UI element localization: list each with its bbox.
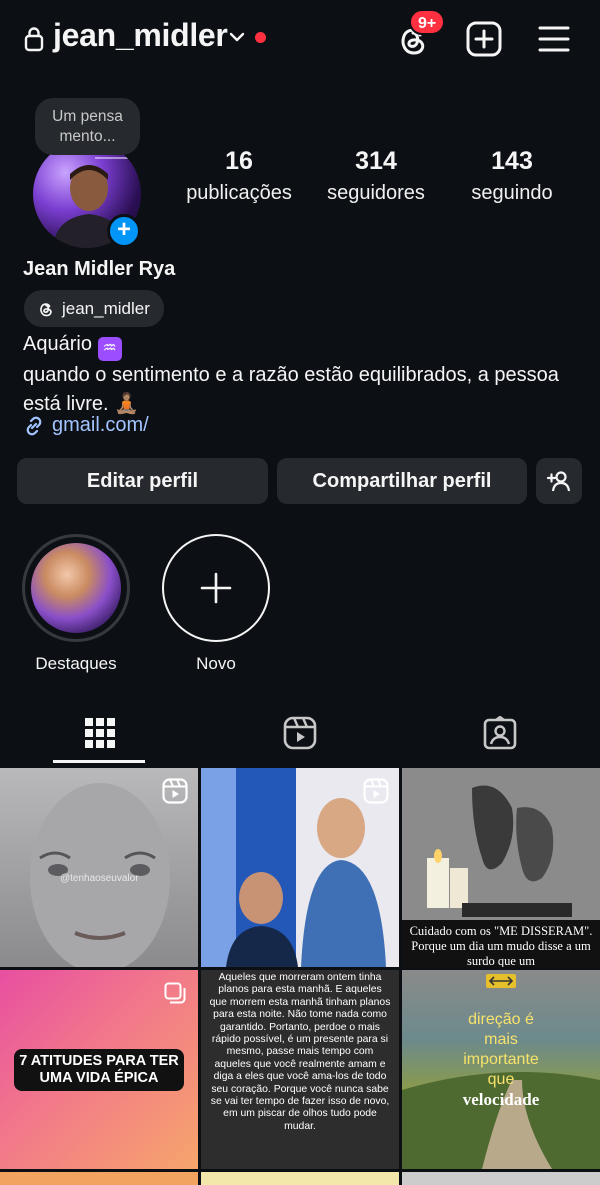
stat-followers-count: 314 <box>355 147 397 175</box>
post-thumbnail-5[interactable]: Aqueles que morreram ontem tinha planos … <box>201 970 399 1169</box>
edit-profile-button[interactable]: Editar perfil <box>17 458 268 504</box>
carousel-icon <box>164 982 186 1004</box>
top-bar: jean_midler 9+ <box>0 0 600 78</box>
highlight-destaques[interactable]: Destaques <box>21 534 131 674</box>
post-4-caption: 7 ATITUDES PARA TER UMA VIDA ÉPICA <box>14 1049 184 1091</box>
stat-followers[interactable]: 314 seguidores <box>318 146 434 210</box>
post-6-line2: mais <box>484 1031 518 1048</box>
stat-posts-label: publicações <box>186 182 292 204</box>
notification-badge: 9+ <box>409 9 446 35</box>
highlight-ring <box>22 534 130 642</box>
bio-text: quando o sentimento e a razão estão equi… <box>23 364 559 415</box>
plus-icon <box>200 572 232 604</box>
new-highlight-ring <box>162 534 270 642</box>
tagged-icon <box>483 716 517 750</box>
chevron-down-icon[interactable] <box>228 30 246 44</box>
post-thumbnail-2[interactable] <box>201 768 399 967</box>
bio-sign: Aquário <box>23 333 92 355</box>
highlight-label: Destaques <box>35 654 117 673</box>
tab-tagged[interactable] <box>400 702 600 764</box>
add-story-button[interactable]: + <box>107 214 141 248</box>
stat-following-label: seguindo <box>471 182 553 204</box>
stat-followers-label: seguidores <box>327 182 425 204</box>
new-highlight-button[interactable]: Novo <box>161 534 271 674</box>
add-user-icon <box>546 471 571 492</box>
threads-profile-chip[interactable]: jean_midler <box>24 290 164 327</box>
post-6-line3: importante <box>463 1051 539 1068</box>
new-highlight-label: Novo <box>196 654 236 673</box>
post-thumbnail-9[interactable] <box>402 1172 600 1185</box>
profile-bio: Aquário ♒ quando o sentimento e a razão … <box>23 330 588 418</box>
aquarius-emoji: ♒ <box>97 337 122 361</box>
post-6-line1: direção é <box>468 1011 534 1028</box>
reel-icon <box>363 778 389 804</box>
post-6-line4: que <box>487 1071 515 1088</box>
discover-people-button[interactable] <box>536 458 582 504</box>
display-name: Jean Midler Rya <box>23 258 176 280</box>
grid-icon <box>85 718 115 748</box>
threads-icon <box>40 302 52 316</box>
stat-following[interactable]: 143 seguindo <box>462 146 562 210</box>
post-1-watermark: @tenhaoseuvalor <box>60 873 139 884</box>
reel-icon <box>162 778 188 804</box>
stat-posts-count: 16 <box>225 147 253 175</box>
lock-icon <box>24 27 44 52</box>
highlight-cover <box>31 543 121 633</box>
reels-icon <box>283 716 317 750</box>
post-thumbnail-6[interactable]: direção é mais importante que velocidade <box>402 970 600 1169</box>
post-thumbnail-1[interactable]: @tenhaoseuvalor <box>0 768 198 967</box>
link-icon <box>26 416 42 435</box>
create-post-icon[interactable] <box>466 21 502 57</box>
post-thumbnail-4[interactable]: 7 ATITUDES PARA TER UMA VIDA ÉPICA <box>0 970 198 1169</box>
profile-link-text: gmail.com/ <box>52 414 149 436</box>
stat-posts[interactable]: 16 publicações <box>180 146 298 210</box>
profile-note[interactable]: Um pensa mento... <box>35 98 140 155</box>
post-3-caption: Cuidado com os "ME DISSERAM". Porque um … <box>402 920 600 967</box>
post-6-line5: velocidade <box>462 1090 540 1109</box>
post-thumbnail-8[interactable] <box>201 1172 399 1185</box>
active-tab-indicator <box>53 760 145 763</box>
post-5-caption: Aqueles que morreram ontem tinha planos … <box>209 972 391 1132</box>
unread-dot <box>255 32 266 43</box>
stat-following-count: 143 <box>491 147 533 175</box>
threads-handle: jean_midler <box>62 298 150 318</box>
tab-reels[interactable] <box>200 702 400 764</box>
post-thumbnail-3[interactable]: Cuidado com os "ME DISSERAM". Porque um … <box>402 768 600 967</box>
profile-link[interactable]: gmail.com/ <box>23 414 149 437</box>
post-thumbnail-7[interactable] <box>0 1172 198 1185</box>
hamburger-menu-icon[interactable] <box>538 24 570 54</box>
tab-posts-grid[interactable] <box>0 702 200 764</box>
account-username[interactable]: jean_midler <box>53 17 228 54</box>
share-profile-button[interactable]: Compartilhar perfil <box>277 458 527 504</box>
post-6-caption: direção é mais importante que velocidade <box>402 1010 600 1111</box>
